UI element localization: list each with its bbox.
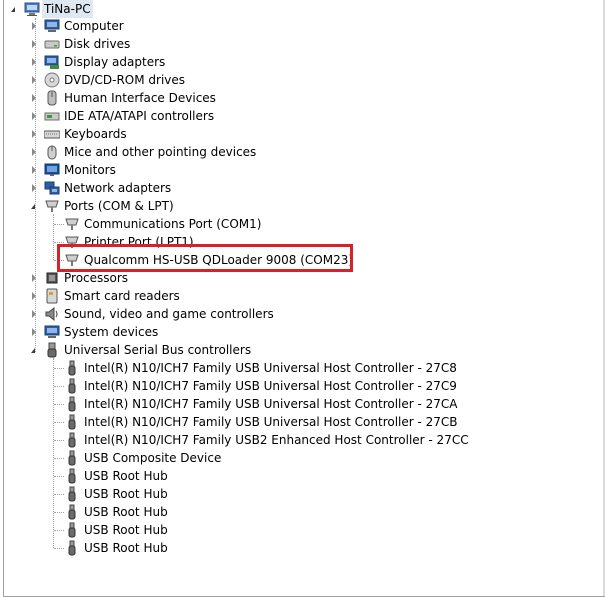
monitor-icon <box>44 162 60 178</box>
tree-line-ports <box>53 214 54 260</box>
usb-icon <box>44 342 60 358</box>
tree-device-label: Intel(R) N10/ICH7 Family USB Universal H… <box>84 361 457 375</box>
expand-toggle[interactable] <box>32 58 36 66</box>
dvd-drive-icon <box>44 72 60 88</box>
expand-toggle[interactable] <box>32 76 36 84</box>
tree-category-label: IDE ATA/ATAPI controllers <box>64 109 215 123</box>
expand-toggle[interactable] <box>32 112 36 120</box>
tree-line-connector <box>54 476 64 477</box>
keyboard-icon <box>43 126 61 142</box>
tree-device-label: Intel(R) N10/ICH7 Family USB2 Enhanced H… <box>84 433 469 447</box>
computer-icon <box>44 18 60 34</box>
usb-icon <box>64 540 80 556</box>
tree-category-label: Monitors <box>64 163 116 177</box>
tree-line-connector <box>54 242 64 243</box>
expand-toggle[interactable] <box>32 292 36 300</box>
tree-line-connector <box>54 548 64 549</box>
tree-category-label: System devices <box>64 325 159 339</box>
tree-category-label: Smart card readers <box>64 289 180 303</box>
collapse-toggle[interactable] <box>11 7 15 12</box>
tree-device-label: Intel(R) N10/ICH7 Family USB Universal H… <box>84 397 458 411</box>
tree-device-label: USB Composite Device <box>84 451 222 465</box>
usb-icon <box>64 450 80 466</box>
expand-toggle[interactable] <box>32 328 36 336</box>
tree-line-connector <box>54 368 64 369</box>
tree-root-label: TiNa-PC <box>42 0 93 18</box>
device-tree: TiNa-PC Computer Disk drives Display ada… <box>0 0 605 597</box>
network-adapter-icon <box>44 180 60 196</box>
tree-category-label: Computer <box>64 19 124 33</box>
collapse-toggle[interactable] <box>31 204 35 209</box>
tree-line-connector <box>54 224 64 225</box>
tree-line-connector <box>54 458 64 459</box>
usb-icon <box>64 486 80 502</box>
tree-category-label: Keyboards <box>64 127 127 141</box>
ide-controller-icon <box>44 108 60 124</box>
tree-device-label: Intel(R) N10/ICH7 Family USB Universal H… <box>84 415 458 429</box>
expand-toggle[interactable] <box>32 148 36 156</box>
tree-category-label: Universal Serial Bus controllers <box>64 343 252 357</box>
tree-line-connector <box>54 512 64 513</box>
usb-icon <box>64 414 80 430</box>
usb-icon <box>64 432 80 448</box>
tree-category-label: Disk drives <box>64 37 131 51</box>
tree-device-label: USB Root Hub <box>84 541 168 555</box>
tree-category-label: Sound, video and game controllers <box>64 307 274 321</box>
tree-category-label: DVD/CD-ROM drives <box>64 73 186 87</box>
port-icon <box>44 198 60 214</box>
tree-device-label: USB Root Hub <box>84 523 168 537</box>
expand-toggle[interactable] <box>32 274 36 282</box>
disk-drive-icon <box>44 36 60 52</box>
tree-category-label: Ports (COM & LPT) <box>64 199 174 213</box>
tree-line-connector <box>54 440 64 441</box>
smart-card-icon <box>44 288 60 304</box>
usb-icon <box>64 396 80 412</box>
tree-line-connector <box>54 494 64 495</box>
hid-icon <box>44 90 60 106</box>
expand-toggle[interactable] <box>32 94 36 102</box>
tree-category-label: Mice and other pointing devices <box>64 145 257 159</box>
highlight-box <box>57 244 353 272</box>
usb-icon <box>64 522 80 538</box>
tree-device-label: USB Root Hub <box>84 469 168 483</box>
usb-icon <box>64 468 80 484</box>
tree-category-label: Human Interface Devices <box>64 91 216 105</box>
tree-line-connector <box>54 386 64 387</box>
expand-toggle[interactable] <box>32 130 36 138</box>
computer-icon <box>24 1 40 17</box>
tree-line-connector <box>54 404 64 405</box>
expand-toggle[interactable] <box>32 310 36 318</box>
expand-toggle[interactable] <box>32 40 36 48</box>
usb-icon <box>64 504 80 520</box>
system-device-icon <box>44 324 60 340</box>
expand-toggle[interactable] <box>32 22 36 30</box>
tree-device-label: Communications Port (COM1) <box>84 217 262 231</box>
tree-device-label: Intel(R) N10/ICH7 Family USB Universal H… <box>84 379 457 393</box>
usb-icon <box>64 378 80 394</box>
tree-line-connector <box>54 422 64 423</box>
sound-icon <box>44 306 60 322</box>
mouse-icon <box>44 144 60 160</box>
usb-icon <box>64 360 80 376</box>
tree-device-label: USB Root Hub <box>84 487 168 501</box>
tree-category-label: Processors <box>64 271 129 285</box>
display-adapter-icon <box>44 54 60 70</box>
processor-icon <box>44 270 60 286</box>
tree-line-connector <box>54 530 64 531</box>
tree-category-label: Display adapters <box>64 55 166 69</box>
tree-category-label: Network adapters <box>64 181 172 195</box>
tree-device-label: USB Root Hub <box>84 505 168 519</box>
expand-toggle[interactable] <box>32 184 36 192</box>
collapse-toggle[interactable] <box>31 348 35 353</box>
expand-toggle[interactable] <box>32 166 36 174</box>
port-icon <box>64 216 80 232</box>
